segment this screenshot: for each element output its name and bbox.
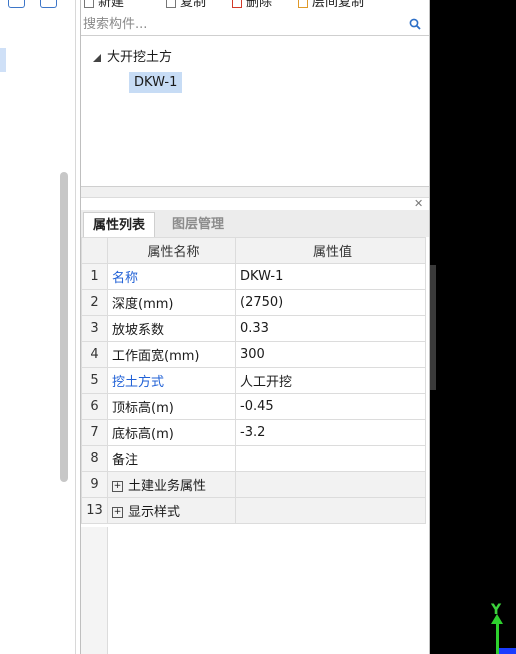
table-row[interactable]: 4 工作面宽(mm) 300 bbox=[81, 341, 426, 368]
property-name: 备注 bbox=[112, 453, 139, 468]
row-number: 5 bbox=[81, 367, 108, 394]
property-name: 显示样式 bbox=[128, 505, 181, 520]
search-input[interactable] bbox=[81, 14, 403, 34]
property-value-cell[interactable]: DKW-1 bbox=[235, 263, 426, 290]
property-name: 名称 bbox=[112, 271, 139, 286]
row-number-gutter bbox=[81, 527, 108, 654]
row-number: 6 bbox=[81, 393, 108, 420]
property-value-cell[interactable] bbox=[235, 445, 426, 472]
copy-icon bbox=[166, 0, 176, 8]
drawing-viewport[interactable] bbox=[430, 0, 516, 654]
property-table: 属性名称 属性值 1 名称 DKW-1 2 深度(mm) (2750) 3 放坡系数 0.33 4… bbox=[81, 237, 426, 524]
row-number: 9 bbox=[81, 471, 108, 498]
toolbar-button-left-1[interactable] bbox=[8, 0, 25, 8]
delete-icon bbox=[232, 0, 242, 8]
row-number: 4 bbox=[81, 341, 108, 368]
search-icon[interactable] bbox=[409, 18, 421, 30]
property-name-cell: 放坡系数 bbox=[107, 315, 236, 342]
left-panel-scrollbar[interactable] bbox=[60, 172, 68, 482]
table-row[interactable]: 6 顶标高(m) -0.45 bbox=[81, 393, 426, 420]
property-value-cell[interactable]: (2750) bbox=[235, 289, 426, 316]
expand-plus-icon[interactable]: + bbox=[112, 481, 123, 492]
row-number: 8 bbox=[81, 445, 108, 472]
close-icon[interactable]: ✕ bbox=[414, 197, 423, 210]
row-number: 2 bbox=[81, 289, 108, 316]
tree-node-root[interactable]: 大开挖土方 bbox=[93, 46, 172, 65]
search-bar bbox=[81, 14, 429, 36]
table-row[interactable]: 3 放坡系数 0.33 bbox=[81, 315, 426, 342]
property-value-cell[interactable] bbox=[235, 471, 426, 498]
property-value-cell[interactable]: 300 bbox=[235, 341, 426, 368]
table-row[interactable]: 1 名称 DKW-1 bbox=[81, 263, 426, 290]
new-button[interactable]: 新建 bbox=[84, 0, 124, 10]
layer-copy-label: 层间复制 bbox=[312, 0, 365, 10]
row-number: 13 bbox=[81, 497, 108, 524]
property-name-cell[interactable]: + 土建业务属性 bbox=[107, 471, 236, 498]
header-row-number bbox=[81, 237, 108, 264]
new-label: 新建 bbox=[98, 0, 125, 10]
property-name-cell: 名称 bbox=[107, 263, 236, 290]
copy-label: 复制 bbox=[180, 0, 207, 10]
tab-bar: 属性列表 图层管理 bbox=[81, 210, 429, 237]
table-row[interactable]: 9 + 土建业务属性 bbox=[81, 471, 426, 498]
component-toolbar: 新建 复制 删除 层间复制 bbox=[80, 0, 430, 10]
panel-splitter[interactable] bbox=[81, 186, 429, 198]
expand-caret-icon[interactable] bbox=[93, 53, 101, 62]
new-icon bbox=[84, 0, 94, 8]
row-number: 3 bbox=[81, 315, 108, 342]
expand-plus-icon[interactable]: + bbox=[112, 507, 123, 518]
x-axis-line bbox=[499, 648, 516, 654]
table-row[interactable]: 13 + 显示样式 bbox=[81, 497, 426, 524]
property-value-cell[interactable]: 人工开挖 bbox=[235, 367, 426, 394]
delete-button[interactable]: 删除 bbox=[232, 0, 272, 10]
property-name: 挖土方式 bbox=[112, 375, 165, 390]
property-name: 土建业务属性 bbox=[128, 479, 207, 494]
property-name: 工作面宽(mm) bbox=[112, 349, 200, 364]
row-number: 7 bbox=[81, 419, 108, 446]
tab-property-list[interactable]: 属性列表 bbox=[83, 212, 156, 237]
table-row[interactable]: 8 备注 bbox=[81, 445, 426, 472]
left-panel-selection[interactable] bbox=[0, 48, 6, 72]
copy-button[interactable]: 复制 bbox=[166, 0, 206, 10]
toolbar-button-left-2[interactable] bbox=[40, 0, 57, 8]
property-value-cell[interactable] bbox=[235, 497, 426, 524]
header-property-value: 属性值 bbox=[235, 237, 426, 264]
property-value-cell[interactable]: -0.45 bbox=[235, 393, 426, 420]
left-divider bbox=[75, 0, 76, 654]
property-value-cell[interactable]: 0.33 bbox=[235, 315, 426, 342]
layer-copy-icon bbox=[298, 0, 308, 8]
panel-border-left bbox=[80, 0, 81, 654]
property-table-container: 属性名称 属性值 1 名称 DKW-1 2 深度(mm) (2750) 3 放坡系数 0.33 4… bbox=[81, 237, 429, 654]
viewport-scrollbar[interactable] bbox=[430, 265, 436, 390]
component-tree: 大开挖土方 DKW-1 bbox=[81, 36, 429, 186]
tree-child-label: DKW-1 bbox=[129, 72, 183, 93]
row-number: 1 bbox=[81, 263, 108, 290]
property-name-cell: 底标高(m) bbox=[107, 419, 236, 446]
property-name: 放坡系数 bbox=[112, 323, 165, 338]
tree-node-child[interactable]: DKW-1 bbox=[129, 72, 183, 93]
property-name: 底标高(m) bbox=[112, 427, 174, 442]
property-name: 深度(mm) bbox=[112, 297, 174, 312]
property-value-cell[interactable]: -3.2 bbox=[235, 419, 426, 446]
property-name-cell: 深度(mm) bbox=[107, 289, 236, 316]
table-header-row: 属性名称 属性值 bbox=[81, 237, 426, 264]
property-name-cell: 工作面宽(mm) bbox=[107, 341, 236, 368]
table-row[interactable]: 7 底标高(m) -3.2 bbox=[81, 419, 426, 446]
property-name-cell[interactable]: + 显示样式 bbox=[107, 497, 236, 524]
table-row[interactable]: 5 挖土方式 人工开挖 bbox=[81, 367, 426, 394]
property-name-cell: 挖土方式 bbox=[107, 367, 236, 394]
header-property-name: 属性名称 bbox=[107, 237, 236, 264]
layer-copy-button[interactable]: 层间复制 bbox=[298, 0, 364, 10]
tab-layer-management[interactable]: 图层管理 bbox=[163, 212, 233, 237]
property-name-cell: 顶标高(m) bbox=[107, 393, 236, 420]
tree-root-label: 大开挖土方 bbox=[107, 50, 173, 65]
property-name-cell: 备注 bbox=[107, 445, 236, 472]
property-name: 顶标高(m) bbox=[112, 401, 174, 416]
delete-label: 删除 bbox=[246, 0, 273, 10]
table-row[interactable]: 2 深度(mm) (2750) bbox=[81, 289, 426, 316]
